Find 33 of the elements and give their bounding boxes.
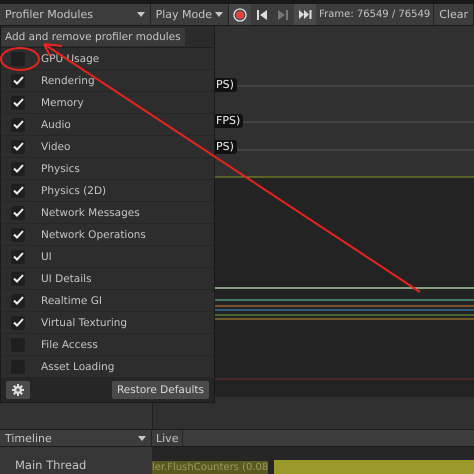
timeline-marker: ler.FlushCounters (0.08	[152, 461, 268, 474]
thread-label: Main Thread	[15, 458, 86, 472]
checkbox[interactable]	[11, 52, 25, 66]
chart-label: PS)	[213, 140, 237, 154]
checkbox[interactable]	[11, 272, 25, 286]
checkbox[interactable]	[11, 206, 25, 220]
checkbox[interactable]	[11, 294, 25, 308]
checkbox[interactable]	[11, 316, 25, 330]
checkbox[interactable]	[11, 250, 25, 264]
caret-icon	[215, 12, 224, 17]
menu-title: Add and remove profiler modules	[1, 28, 185, 46]
annotation-circle	[0, 47, 40, 71]
restore-defaults-button[interactable]: Restore Defaults	[112, 381, 209, 399]
record-button[interactable]	[229, 4, 251, 25]
settings-button[interactable]	[6, 381, 30, 399]
checkbox[interactable]	[11, 228, 25, 242]
frame-counter: Frame: 76549 / 76549	[318, 8, 432, 22]
last-frame-button[interactable]	[294, 4, 316, 25]
skip-forward-icon	[278, 10, 288, 20]
checkbox[interactable]	[11, 162, 25, 176]
caret-icon	[136, 12, 145, 17]
chart-label: PS)	[213, 78, 237, 92]
chart-label: FPS)	[213, 114, 244, 128]
checkbox[interactable]	[11, 140, 25, 154]
skip-back-icon	[256, 10, 267, 20]
checkbox[interactable]	[11, 74, 25, 88]
gear-icon	[12, 384, 24, 396]
checkbox[interactable]	[11, 184, 25, 198]
fast-forward-icon	[298, 10, 312, 19]
clear-button[interactable]: Clear	[433, 4, 474, 25]
checkbox[interactable]	[11, 118, 25, 132]
checkbox[interactable]	[11, 96, 25, 110]
caret-icon	[138, 436, 146, 440]
